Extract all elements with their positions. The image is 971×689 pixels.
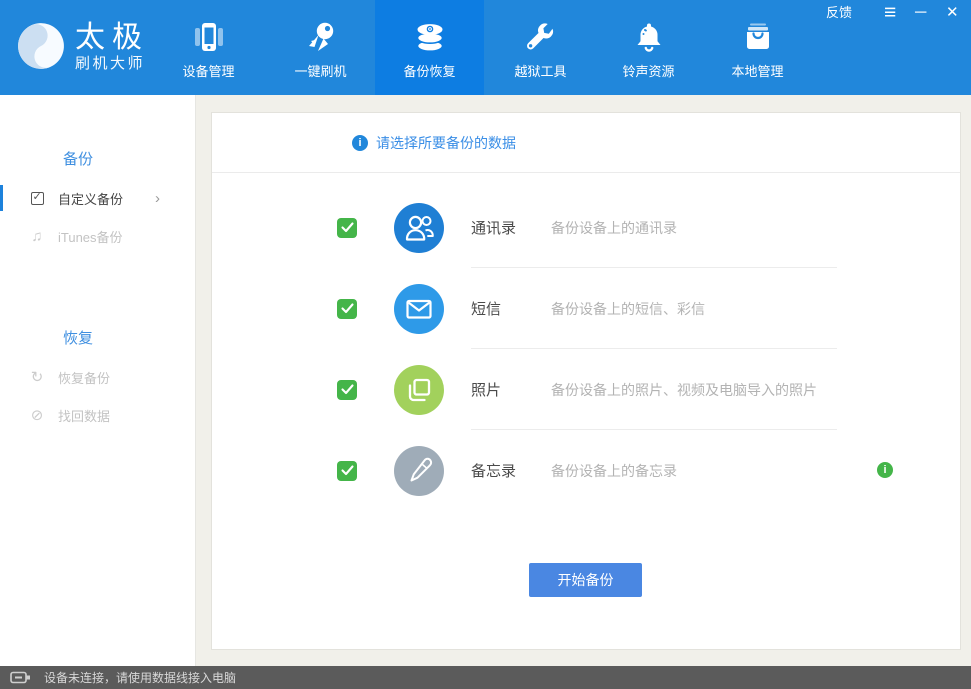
recover-data-icon: ⊘ xyxy=(27,406,47,424)
status-bar: 设备未连接，请使用数据线接入电脑 xyxy=(0,666,971,689)
sms-icon xyxy=(394,284,444,334)
top-navigation-bar: 太极 刷机大师 设备管理 一键刷机 备份恢复 越狱工具 铃声资源 本地管理 反馈… xyxy=(0,0,971,95)
chevron-right-icon: › xyxy=(155,190,160,207)
nav-tab-label: 铃声资源 xyxy=(622,61,674,80)
sidebar-item-label: 恢复备份 xyxy=(58,368,110,387)
rocket-icon xyxy=(301,17,341,59)
contacts-icon xyxy=(394,203,444,253)
item-title: 备忘录 xyxy=(471,460,535,481)
item-checkbox[interactable] xyxy=(337,299,357,319)
app-window: 太极 刷机大师 设备管理 一键刷机 备份恢复 越狱工具 铃声资源 本地管理 反馈… xyxy=(0,0,971,689)
sidebar-item-1-0[interactable]: ↻ 恢复备份 xyxy=(0,358,195,396)
photos-icon xyxy=(394,365,444,415)
cable-icon xyxy=(10,671,31,684)
nav-tab-3[interactable]: 备份恢复 xyxy=(375,0,484,95)
nav-tab-label: 越狱工具 xyxy=(514,61,566,80)
nav-tab-label: 一键刷机 xyxy=(294,61,346,80)
app-logo: 太极 刷机大师 xyxy=(16,21,149,72)
nav-tab-6[interactable]: 本地管理 xyxy=(703,0,812,95)
item-description: 备份设备上的照片、视频及电脑导入的照片 xyxy=(551,380,817,400)
item-title: 照片 xyxy=(471,379,535,400)
custom-backup-icon xyxy=(27,192,47,205)
taiji-yinyang-icon xyxy=(8,13,74,79)
restore-icon: ↻ xyxy=(27,368,47,386)
notes-icon xyxy=(394,446,444,496)
nav-tab-label: 设备管理 xyxy=(182,61,234,80)
notice-text: 请选择所要备份的数据 xyxy=(376,133,516,153)
sidebar-item-1-1[interactable]: ⊘ 找回数据 xyxy=(0,396,195,434)
sidebar: 备份 自定义备份 › ♫ iTunes备份 恢复 ↻ 恢复备份 ⊘ 找回数据 xyxy=(0,95,196,666)
nav-tab-4[interactable]: 越狱工具 xyxy=(486,0,595,95)
info-icon: i xyxy=(352,135,368,151)
backup-item-row: 通讯录 备份设备上的通讯录 xyxy=(212,187,960,268)
sidebar-item-0-0[interactable]: 自定义备份 › xyxy=(0,179,195,217)
backup-panel: i 请选择所要备份的数据 通讯录 备份设备上的通讯录 短信 备份设备上的短信、彩… xyxy=(211,112,961,650)
music-note-icon: ♫ xyxy=(27,228,47,245)
backup-database-icon xyxy=(410,17,450,59)
minimize-icon[interactable]: ─ xyxy=(915,3,926,23)
item-title: 通讯录 xyxy=(471,217,535,238)
info-icon[interactable]: i xyxy=(877,462,893,478)
item-checkbox[interactable] xyxy=(337,380,357,400)
item-description: 备份设备上的短信、彩信 xyxy=(551,299,705,319)
nav-tab-2[interactable]: 一键刷机 xyxy=(266,0,375,95)
sidebar-item-0-1[interactable]: ♫ iTunes备份 xyxy=(0,217,195,255)
item-checkbox[interactable] xyxy=(337,461,357,481)
nav-tab-label: 本地管理 xyxy=(731,61,783,80)
sidebar-item-label: 自定义备份 xyxy=(58,189,123,208)
phone-icon xyxy=(189,17,229,59)
sidebar-item-label: iTunes备份 xyxy=(58,227,123,246)
close-icon[interactable]: ✕ xyxy=(946,3,959,23)
backup-item-row: 照片 备份设备上的照片、视频及电脑导入的照片 xyxy=(212,349,960,430)
status-message: 设备未连接，请使用数据线接入电脑 xyxy=(44,669,236,686)
nav-tab-label: 备份恢复 xyxy=(403,61,455,80)
bell-icon xyxy=(629,17,669,59)
feedback-link[interactable]: 反馈 xyxy=(826,4,852,22)
item-title: 短信 xyxy=(471,298,535,319)
hamburger-icon[interactable]: ≡ xyxy=(884,3,896,23)
nav-tab-5[interactable]: 铃声资源 xyxy=(594,0,703,95)
start-backup-button[interactable]: 开始备份 xyxy=(529,563,642,597)
sidebar-section-heading: 恢复 xyxy=(63,255,195,348)
item-checkbox[interactable] xyxy=(337,218,357,238)
storage-box-icon xyxy=(738,17,778,59)
notice-row: i 请选择所要备份的数据 xyxy=(212,113,960,173)
logo-title: 太极 xyxy=(75,21,149,55)
backup-item-row: 短信 备份设备上的短信、彩信 xyxy=(212,268,960,349)
backup-item-list: 通讯录 备份设备上的通讯录 短信 备份设备上的短信、彩信 照片 备份设备上的照片… xyxy=(212,173,960,511)
item-description: 备份设备上的备忘录 xyxy=(551,461,677,481)
sidebar-item-label: 找回数据 xyxy=(58,406,110,425)
wrench-icon xyxy=(521,17,561,59)
sidebar-section-heading: 备份 xyxy=(63,95,195,169)
item-description: 备份设备上的通讯录 xyxy=(551,218,677,238)
logo-subtitle: 刷机大师 xyxy=(75,55,149,72)
nav-tab-1[interactable]: 设备管理 xyxy=(154,0,263,95)
backup-item-row: 备忘录 备份设备上的备忘录 i xyxy=(212,430,960,511)
